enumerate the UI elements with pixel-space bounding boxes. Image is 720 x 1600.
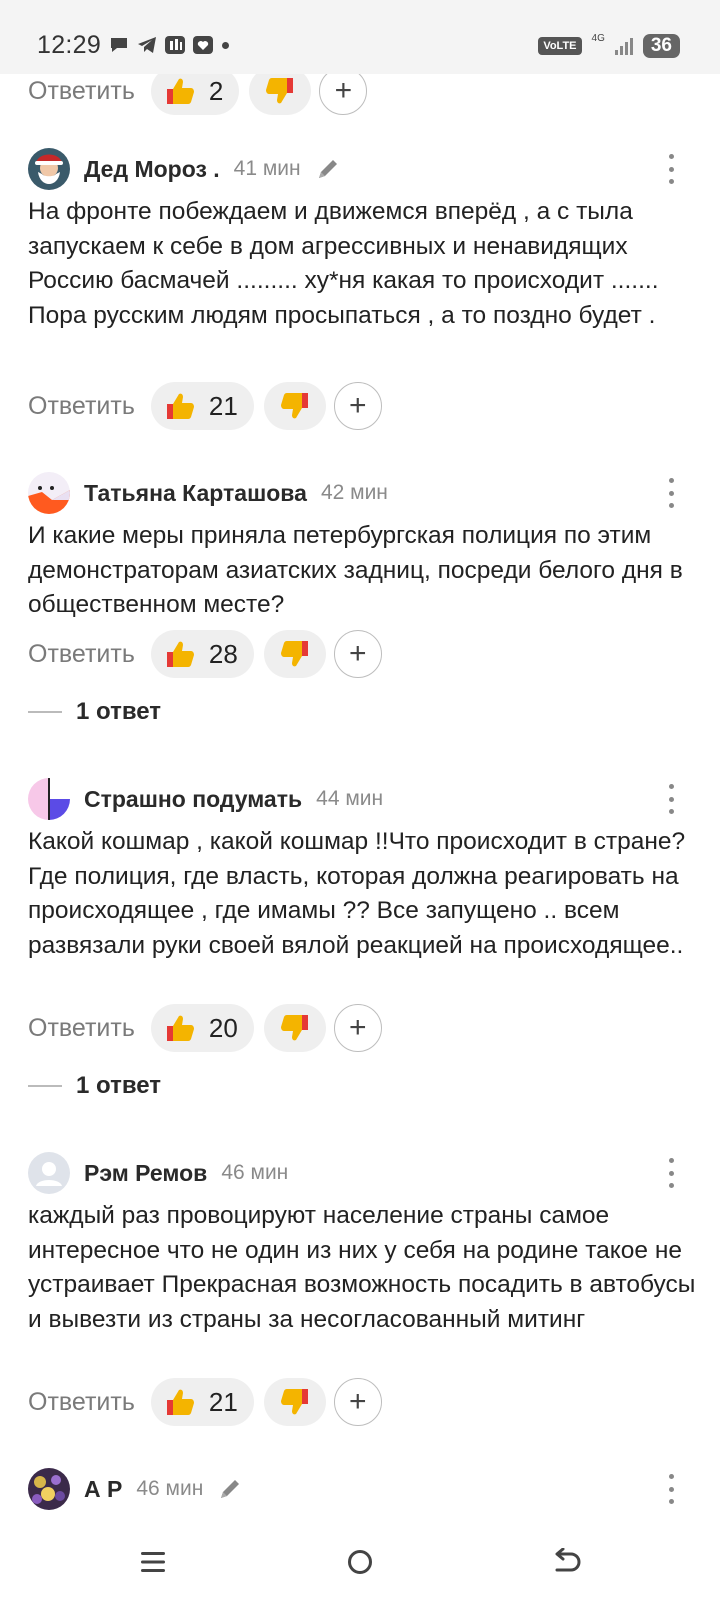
dislike-button[interactable] xyxy=(249,67,312,115)
dislike-button[interactable] xyxy=(263,1378,326,1426)
thumbs-down-icon xyxy=(280,641,308,667)
comment-text: И какие меры приняла петербургская полиц… xyxy=(28,522,683,619)
reply-button[interactable]: Ответить xyxy=(28,1388,135,1417)
status-time: 12:29 xyxy=(37,31,102,59)
like-button[interactable]: 21 xyxy=(150,382,254,430)
avatar[interactable] xyxy=(28,778,70,820)
more-notifications-dot xyxy=(222,41,229,49)
show-replies-button[interactable]: 1 ответ xyxy=(28,1072,161,1100)
add-reaction-button[interactable]: + xyxy=(333,1004,382,1052)
comment-text: Какой кошмар , какой кошмар !!Что происх… xyxy=(28,828,686,959)
like-button[interactable]: 28 xyxy=(150,630,254,678)
reply-button[interactable]: Ответить xyxy=(28,77,135,106)
more-options-icon[interactable] xyxy=(668,154,674,184)
comment-actions: Ответить 21 + xyxy=(28,1377,382,1427)
avatar[interactable] xyxy=(28,148,70,190)
more-options-icon[interactable] xyxy=(668,478,674,508)
comment-actions: Ответить 28 + xyxy=(28,629,382,679)
replies-count: 1 ответ xyxy=(76,698,162,725)
like-count: 20 xyxy=(208,1012,238,1043)
comment-time: 42 мин xyxy=(320,481,388,504)
battery-indicator: 36 xyxy=(642,34,680,58)
show-replies-button[interactable]: 1 ответ xyxy=(28,698,161,726)
reply-button[interactable]: Ответить xyxy=(28,640,135,669)
like-count: 21 xyxy=(208,390,238,421)
comment-time: 41 мин xyxy=(233,157,301,180)
comment-author[interactable]: Дед Мороз . xyxy=(84,156,220,183)
like-count: 21 xyxy=(208,1386,238,1417)
add-reaction-button[interactable]: + xyxy=(333,1378,382,1426)
add-reaction-button[interactable]: + xyxy=(319,67,368,115)
chat-bubble-icon xyxy=(111,38,127,52)
comment-header: Дед Мороз . 41 мин xyxy=(28,148,341,190)
comment-author[interactable]: А Р xyxy=(84,1476,122,1503)
dislike-button[interactable] xyxy=(263,1004,326,1052)
back-icon[interactable] xyxy=(546,1542,586,1582)
comment-actions: Ответить 21 + xyxy=(28,381,382,431)
like-count: 28 xyxy=(208,638,238,669)
add-reaction-button[interactable]: + xyxy=(333,630,382,678)
thumbs-down-icon xyxy=(280,1389,308,1415)
thumbs-down-icon xyxy=(280,1015,308,1041)
thumbs-down-icon xyxy=(280,393,308,419)
comment-actions: Ответить 20 + xyxy=(28,1003,382,1053)
like-button[interactable]: 2 xyxy=(150,67,240,115)
add-reaction-button[interactable]: + xyxy=(333,382,382,430)
like-count: 2 xyxy=(208,75,224,106)
dislike-button[interactable] xyxy=(263,630,326,678)
pencil-icon xyxy=(221,1480,240,1498)
more-options-icon[interactable] xyxy=(668,1474,674,1504)
comment-time: 46 мин xyxy=(221,1161,289,1184)
comment-time: 44 мин xyxy=(316,787,384,810)
heart-app-icon xyxy=(193,36,213,54)
more-options-icon[interactable] xyxy=(668,1158,674,1188)
app-icon xyxy=(165,36,185,54)
avatar[interactable] xyxy=(28,472,70,514)
signal-icon xyxy=(614,37,633,55)
menu-icon[interactable] xyxy=(133,1542,173,1582)
like-button[interactable]: 20 xyxy=(150,1004,254,1052)
notification-icons xyxy=(108,34,229,56)
thumbs-down-icon xyxy=(266,78,294,104)
thumbs-up-icon xyxy=(166,1015,194,1041)
status-right: VoLTE 4G 36 xyxy=(538,32,680,58)
comment-header: Татьяна Карташова 42 мин xyxy=(28,472,388,514)
home-icon[interactable] xyxy=(340,1542,380,1582)
pencil-icon xyxy=(318,160,337,178)
comment-header: А Р 46 мин xyxy=(28,1468,243,1510)
comment-author[interactable]: Татьяна Карташова xyxy=(84,480,307,507)
thumbs-up-icon xyxy=(166,641,194,667)
comment-text: На фронте побеждаем и движемся вперёд , … xyxy=(28,198,659,329)
volte-badge: VoLTE xyxy=(538,37,582,55)
thumbs-up-icon xyxy=(166,393,194,419)
telegram-icon xyxy=(138,37,156,53)
reply-button[interactable]: Ответить xyxy=(28,392,135,421)
avatar[interactable] xyxy=(28,1468,70,1510)
status-bar: 12:29 VoLTE 4G 36 xyxy=(0,0,720,74)
comment-author[interactable]: Страшно подумать xyxy=(84,786,302,813)
network-type: 4G xyxy=(591,32,605,44)
avatar[interactable] xyxy=(28,1152,70,1194)
more-options-icon[interactable] xyxy=(668,784,674,814)
comment-time: 46 мин xyxy=(136,1477,204,1500)
thumbs-up-icon xyxy=(166,1389,194,1415)
dislike-button[interactable] xyxy=(263,382,326,430)
comment-header: Страшно подумать 44 мин xyxy=(28,778,383,820)
comment-text: каждый раз провоцируют население страны … xyxy=(28,1202,696,1333)
thumbs-up-icon xyxy=(166,78,194,104)
comments-screen: 12:29 VoLTE 4G 36 Ответить 2 + Дед Мороз… xyxy=(0,0,720,1600)
replies-count: 1 ответ xyxy=(76,1072,162,1099)
reply-button[interactable]: Ответить xyxy=(28,1014,135,1043)
system-navigation-bar xyxy=(0,1524,720,1600)
comment-author[interactable]: Рэм Ремов xyxy=(84,1160,207,1187)
like-button[interactable]: 21 xyxy=(150,1378,254,1426)
comment-header: Рэм Ремов 46 мин xyxy=(28,1152,288,1194)
